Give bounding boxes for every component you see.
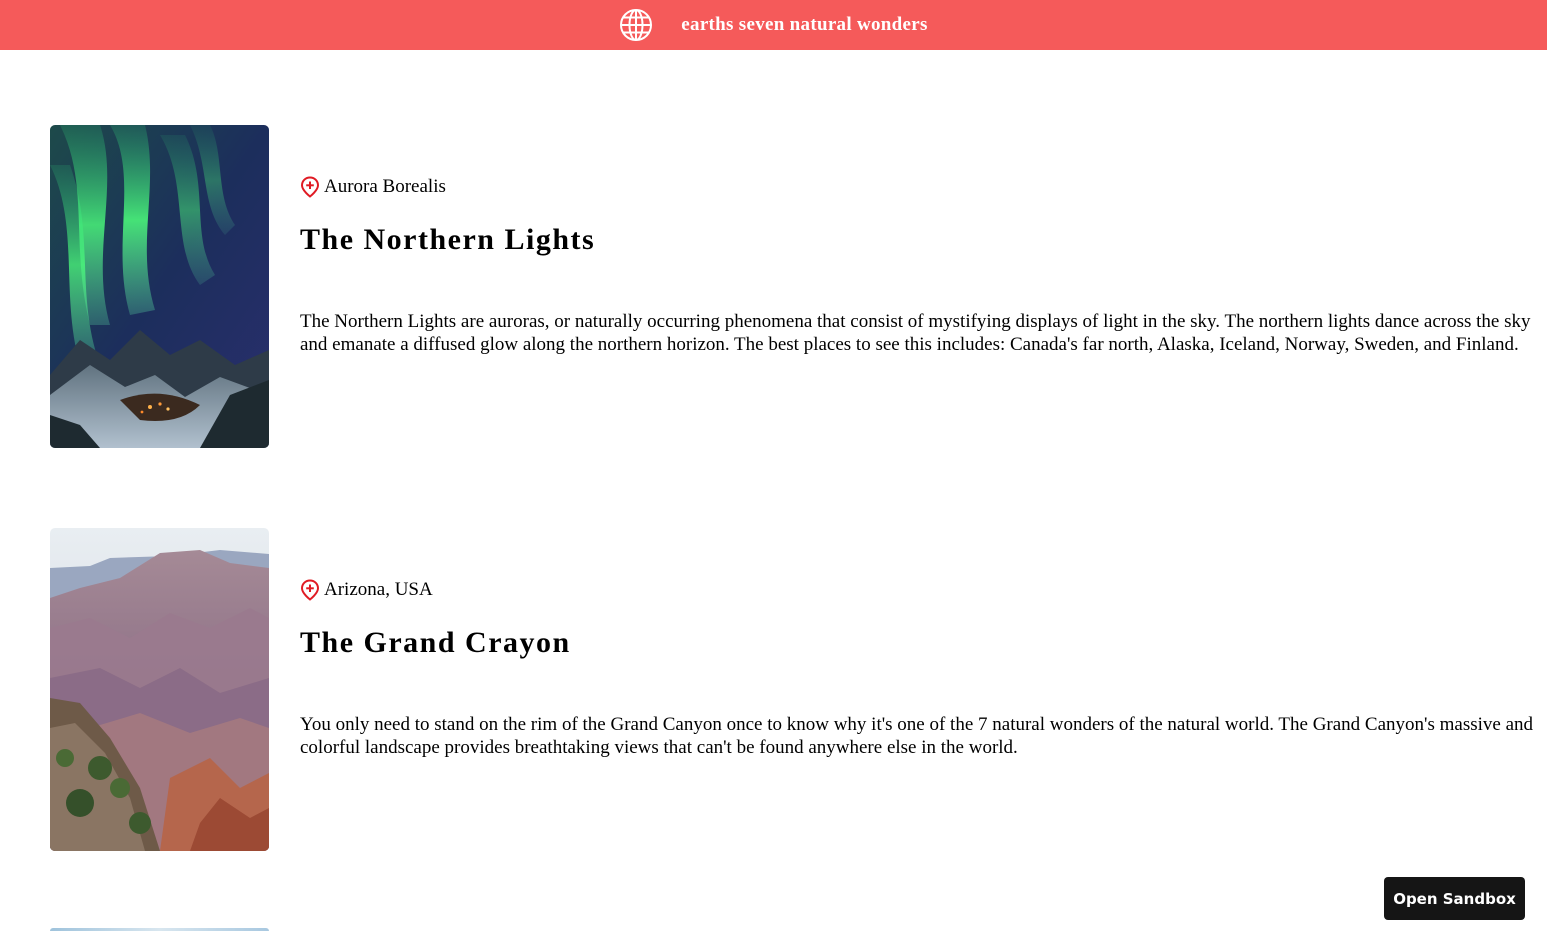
aurora-photo <box>50 125 269 448</box>
card-title: The Northern Lights <box>300 223 596 256</box>
location: Aurora Borealis <box>300 175 446 199</box>
wonder-card: Arizona, USA The Grand Crayon You only n… <box>50 528 1540 851</box>
top-navbar: earths seven natural wonders <box>0 0 1547 50</box>
location-pin-icon <box>300 578 322 602</box>
location-label: Aurora Borealis <box>324 176 446 197</box>
location-pin-icon <box>300 175 322 199</box>
grand-canyon-photo <box>50 528 269 851</box>
location: Arizona, USA <box>300 578 433 602</box>
globe-icon <box>619 8 653 42</box>
site-title: earths seven natural wonders <box>681 14 928 35</box>
open-sandbox-button[interactable]: Open Sandbox <box>1384 877 1525 920</box>
card-description: The Northern Lights are auroras, or natu… <box>300 311 1531 355</box>
location-label: Arizona, USA <box>324 579 433 600</box>
wonder-card: Aurora Borealis The Northern Lights The … <box>50 125 1540 448</box>
card-description: You only need to stand on the rim of the… <box>300 714 1533 758</box>
card-title: The Grand Crayon <box>300 626 571 659</box>
